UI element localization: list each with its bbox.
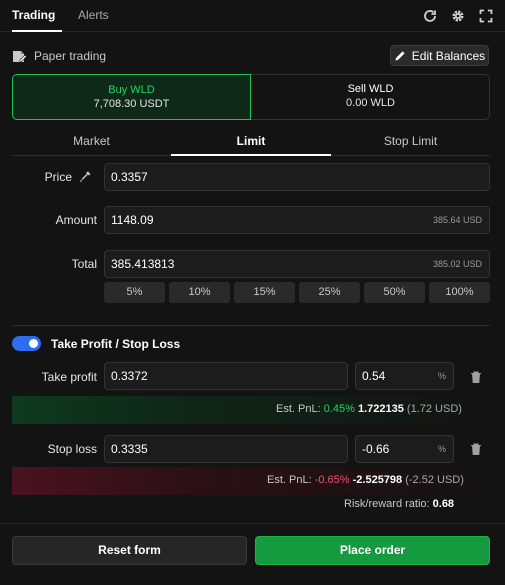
tp-pnl-usd: (1.72 USD) (406, 403, 462, 415)
percent-5-button[interactable]: 5% (104, 282, 165, 303)
stop-loss-price-input[interactable]: 0.3335 (104, 435, 348, 463)
take-profit-trash-icon[interactable] (469, 370, 483, 384)
take-profit-price-input[interactable]: 0.3372 (104, 362, 348, 390)
total-input[interactable]: 385.413813 385.02 USD (104, 250, 490, 278)
tab-trading[interactable]: Trading (12, 0, 62, 32)
paper-note-icon (13, 51, 27, 62)
section-divider (12, 325, 490, 326)
tab-alerts[interactable]: Alerts (78, 0, 128, 32)
sl-pnl-value: -2.525798 (352, 474, 403, 486)
stop-loss-percent-input[interactable]: -0.66 % (355, 435, 454, 463)
stop-loss-percent-value: -0.66 (362, 442, 390, 456)
edit-balances-button[interactable]: Edit Balances (390, 45, 489, 66)
top-bar: Trading Alerts (0, 0, 505, 32)
paper-trading-label: Paper trading (34, 49, 107, 63)
tab-stop-limit[interactable]: Stop Limit (331, 128, 490, 156)
percent-15-button[interactable]: 15% (234, 282, 295, 303)
price-label: Price (44, 170, 72, 184)
toggle-knob (29, 339, 38, 348)
percent-50-button[interactable]: 50% (364, 282, 425, 303)
take-profit-percent-value: 0.54 (362, 369, 386, 383)
bottom-divider (0, 523, 505, 524)
amount-usd-value: 385.64 USD (432, 215, 482, 225)
tab-market[interactable]: Market (12, 128, 171, 156)
tpsl-toggle[interactable] (12, 336, 41, 351)
tp-pnl-percent: 0.45% (323, 403, 355, 415)
stop-loss-pnl: Est. PnL: -0.65% -2.525798 (-2.52 USD) (267, 474, 464, 486)
reset-form-button[interactable]: Reset form (12, 536, 247, 565)
pencil-icon (395, 50, 405, 60)
take-profit-percent-input[interactable]: 0.54 % (355, 362, 454, 390)
price-value: 0.3357 (111, 170, 148, 184)
percent-100-button[interactable]: 100% (429, 282, 490, 303)
eyedropper-icon[interactable] (79, 170, 92, 183)
amount-input[interactable]: 1148.09 385.64 USD (104, 206, 490, 234)
total-value: 385.413813 (111, 257, 175, 271)
stop-loss-price-value: 0.3335 (111, 442, 148, 456)
paper-trading-row: Paper trading (12, 46, 106, 66)
buy-balance: 7,708.30 USDT (93, 98, 170, 110)
percent-10-button[interactable]: 10% (169, 282, 230, 303)
total-label: Total (71, 257, 97, 271)
tp-pnl-value: 1.722135 (357, 403, 404, 415)
total-usd-value: 385.02 USD (432, 259, 482, 269)
stop-loss-percent-suffix: % (437, 444, 446, 454)
take-profit-percent-suffix: % (437, 371, 446, 381)
fullscreen-icon[interactable] (478, 8, 494, 24)
refresh-icon[interactable] (422, 8, 438, 24)
stop-loss-trash-icon[interactable] (469, 442, 483, 456)
amount-label: Amount (55, 213, 97, 227)
risk-reward-label: Risk/reward ratio: (344, 498, 430, 510)
tab-limit[interactable]: Limit (171, 128, 331, 156)
place-order-button[interactable]: Place order (255, 536, 490, 565)
amount-value: 1148.09 (111, 213, 154, 227)
take-profit-pnl: Est. PnL: 0.45% 1.722135 (1.72 USD) (276, 403, 462, 415)
buy-side-button[interactable]: Buy WLD 7,708.30 USDT (12, 74, 251, 120)
price-input[interactable]: 0.3357 (104, 163, 490, 191)
risk-reward-value: 0.68 (432, 498, 455, 510)
buy-title: Buy WLD (108, 84, 155, 96)
tp-pnl-prefix: Est. PnL: (276, 403, 321, 415)
sl-pnl-usd: (-2.52 USD) (405, 474, 464, 486)
sell-title: Sell WLD (347, 83, 394, 95)
edit-balances-label: Edit Balances (411, 48, 486, 63)
risk-reward-ratio: Risk/reward ratio: 0.68 (344, 498, 454, 510)
sl-pnl-prefix: Est. PnL: (267, 474, 312, 486)
percent-25-button[interactable]: 25% (299, 282, 360, 303)
stop-loss-label: Stop loss (47, 442, 97, 456)
take-profit-label: Take profit (41, 370, 97, 384)
tpsl-label: Take Profit / Stop Loss (51, 337, 181, 351)
sl-pnl-percent: -0.65% (314, 474, 350, 486)
sell-side-button[interactable]: Sell WLD 0.00 WLD (251, 74, 490, 120)
sell-balance: 0.00 WLD (346, 97, 395, 109)
gear-icon[interactable] (450, 8, 466, 24)
take-profit-price-value: 0.3372 (111, 369, 148, 383)
order-type-tabs: Market Limit Stop Limit (12, 128, 490, 156)
